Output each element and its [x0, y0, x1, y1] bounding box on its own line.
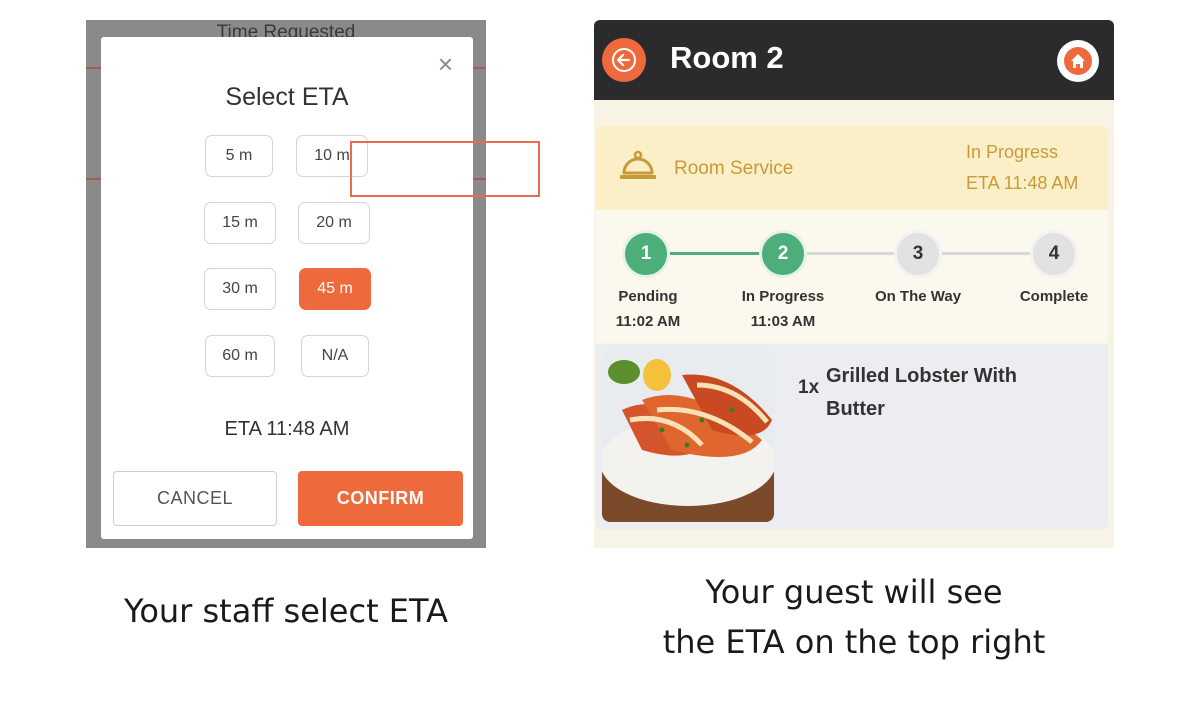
- eta-option-na[interactable]: N/A: [301, 335, 369, 377]
- close-icon[interactable]: ×: [438, 51, 453, 77]
- step-2-label: In Progress: [741, 288, 825, 305]
- select-eta-modal: Select ETA × 5 m 10 m 15 m 20 m 30 m 45 …: [101, 37, 473, 539]
- service-label: Room Service: [674, 158, 794, 179]
- food-image: [602, 350, 774, 522]
- step-4-label: Complete: [1019, 288, 1089, 305]
- cancel-button[interactable]: CANCEL: [113, 471, 277, 526]
- arrow-left-icon: [612, 48, 636, 72]
- step-1-time: 11:02 AM: [615, 313, 681, 330]
- eta-value: ETA 11:48 AM: [224, 418, 350, 440]
- step-4-circle: 4: [1030, 230, 1078, 278]
- item-quantity: 1x: [798, 377, 820, 398]
- staff-screenshot: Time Requested Select ETA × 5 m 10 m 15 …: [86, 20, 486, 548]
- confirm-button[interactable]: CONFIRM: [298, 471, 463, 526]
- back-button[interactable]: [602, 38, 646, 82]
- step-2-time: 11:03 AM: [750, 313, 816, 330]
- guest-caption-line-1: Your guest will see: [705, 573, 1003, 611]
- eta-option-15m[interactable]: 15 m: [204, 202, 276, 244]
- order-progress: 1 2 3 4 Pending In Progress On The Way C…: [596, 210, 1108, 343]
- modal-title: Select ETA: [225, 83, 349, 111]
- step-1-circle: 1: [622, 230, 670, 278]
- guest-screenshot: Room 2 Room Service In Progress ETA 11:4…: [594, 20, 1114, 548]
- app-header: Room 2: [594, 20, 1114, 100]
- home-button[interactable]: [1057, 40, 1099, 82]
- step-1-label: Pending: [618, 288, 678, 305]
- eta-option-30m[interactable]: 30 m: [204, 268, 276, 310]
- status-card: Room Service In Progress ETA 11:48 AM: [596, 126, 1108, 210]
- eta-text: ETA 11:48 AM: [966, 173, 1079, 193]
- room-title: Room 2: [670, 40, 784, 75]
- status-text: In Progress: [966, 142, 1059, 162]
- guest-caption-line-2: the ETA on the top right: [662, 623, 1046, 661]
- step-3-circle: 3: [894, 230, 942, 278]
- staff-caption: Your staff select ETA: [124, 592, 448, 630]
- eta-option-20m[interactable]: 20 m: [298, 202, 370, 244]
- order-item[interactable]: 1x Grilled Lobster With Butter: [596, 344, 1108, 529]
- eta-option-5m[interactable]: 5 m: [205, 135, 273, 177]
- guest-caption: Your guest will see the ETA on the top r…: [594, 567, 1114, 667]
- home-icon: [1064, 47, 1092, 75]
- eta-option-45m[interactable]: 45 m: [299, 268, 371, 310]
- item-name: Grilled Lobster With Butter: [826, 365, 1017, 420]
- step-2-circle: 2: [759, 230, 807, 278]
- eta-option-60m[interactable]: 60 m: [205, 335, 275, 377]
- cloche-icon: [620, 150, 656, 179]
- eta-highlight-box: [350, 141, 540, 197]
- step-3-label: On The Way: [874, 288, 962, 305]
